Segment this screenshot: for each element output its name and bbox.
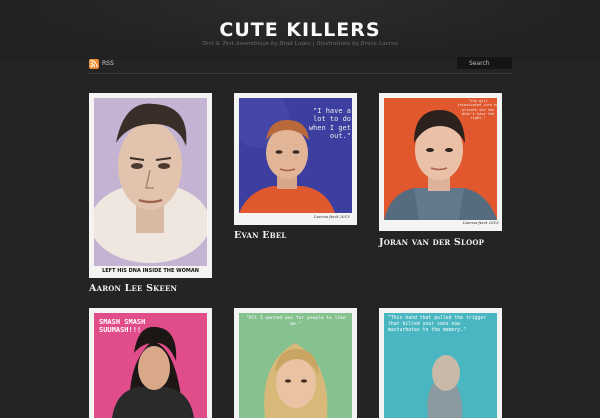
- post-quote: "the girl intoxicated into my private sh…: [457, 99, 499, 121]
- site-title[interactable]: CUTE KILLERS: [0, 19, 600, 41]
- post-quote: "This hand that pulled the trigger that …: [388, 316, 487, 333]
- post-title[interactable]: Joran van der Sloop: [379, 237, 484, 248]
- site-tagline: Text & Text Assemblage by Brad Lopez | I…: [202, 41, 398, 47]
- post-title[interactable]: Evan Ebel: [234, 230, 286, 241]
- post-quote: "All I wanted was for people to like me.…: [246, 316, 346, 327]
- rss-icon[interactable]: [89, 58, 99, 69]
- post-thumbnail[interactable]: "the girl intoxicated into my private sh…: [379, 93, 502, 231]
- header-divider: [89, 73, 512, 74]
- site-title-link[interactable]: CUTE KILLERS: [219, 19, 380, 41]
- post-signature: Lacroa fecit 2013: [463, 220, 499, 225]
- post-quote: SMASH SMASH SUUMASH!!!: [99, 318, 146, 335]
- post-thumbnail[interactable]: "I have a lot to do when I get out." Lac…: [234, 93, 357, 225]
- rss-link[interactable]: RSS: [89, 58, 114, 69]
- post-thumbnail[interactable]: "This hand that pulled the trigger that …: [379, 308, 502, 418]
- search-input[interactable]: [457, 57, 512, 69]
- post-thumbnail[interactable]: SMASH SMASH SUUMASH!!!: [89, 308, 212, 418]
- post-signature: Lacroa fecit 2013: [314, 214, 350, 219]
- post-title[interactable]: Aaron Lee Skeen: [89, 283, 177, 294]
- portrait-illustration: [94, 98, 207, 266]
- post-quote: "I have a lot to do when I get out.": [308, 107, 351, 141]
- post-thumbnail[interactable]: "All I wanted was for people to like me.…: [234, 308, 357, 418]
- post-thumbnail[interactable]: LEFT HIS DNA INSIDE THE WOMAN: [89, 93, 212, 278]
- post-inner-caption: LEFT HIS DNA INSIDE THE WOMAN: [102, 268, 199, 274]
- portrait-illustration: [239, 313, 352, 418]
- rss-label[interactable]: RSS: [102, 60, 114, 67]
